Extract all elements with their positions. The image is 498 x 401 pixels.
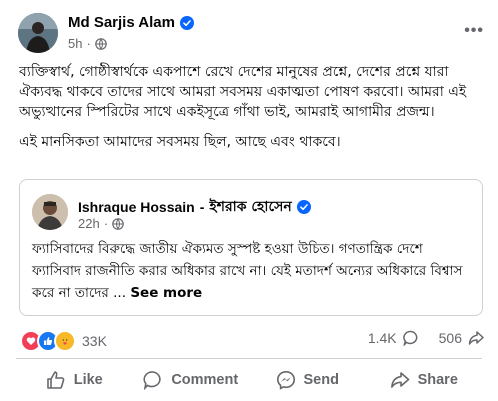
- shared-post-meta: 22h ·: [78, 216, 124, 231]
- post-meta: 5h ·: [68, 36, 107, 51]
- shared-post-card[interactable]: Ishraque Hossain - ইশরাক হোসেন 22h · ফ্য…: [19, 179, 483, 316]
- post-time[interactable]: 5h: [68, 36, 82, 51]
- more-options-icon[interactable]: •••: [464, 22, 484, 40]
- post-actions: Like Comment Send Share: [16, 362, 482, 398]
- care-icon: [54, 330, 76, 352]
- author-avatar[interactable]: [18, 13, 58, 53]
- verified-badge-icon: [296, 200, 311, 214]
- engagement-stats: 1.4K 506: [368, 330, 484, 346]
- action-divider: [16, 358, 482, 359]
- comment-bubble-icon: [402, 330, 418, 346]
- post-paragraph-2: এই মানসিকতা আমাদের সবসময় ছিল, আছে এবং থ…: [19, 134, 341, 150]
- shares-count[interactable]: 506: [439, 330, 484, 346]
- shared-author-avatar[interactable]: [32, 194, 68, 230]
- share-arrow-icon: [468, 331, 484, 345]
- author-name[interactable]: Md Sarjis Alam: [68, 14, 194, 31]
- like-button[interactable]: Like: [16, 362, 133, 398]
- share-button[interactable]: Share: [366, 362, 483, 398]
- comments-count[interactable]: 1.4K: [368, 330, 419, 346]
- shared-post-text: ফ্যাসিবাদের বিরুদ্ধে জাতীয় ঐক্যমত সুস্প…: [32, 241, 463, 301]
- facebook-post: Md Sarjis Alam 5h · ••• ব্যক্তিস্বার্থ, …: [0, 0, 498, 401]
- verified-badge-icon: [179, 15, 194, 30]
- messenger-icon: [276, 370, 295, 390]
- reaction-count[interactable]: 33K: [82, 333, 107, 349]
- post-paragraph-1: ব্যক্তিস্বার্থ, গোষ্ঠীস্বার্থকে একপাশে র…: [19, 64, 467, 120]
- comment-icon: [143, 371, 161, 390]
- reactions-summary[interactable]: 33K: [20, 330, 107, 352]
- share-icon: [390, 372, 409, 388]
- see-more-link[interactable]: See more: [130, 285, 202, 301]
- public-globe-icon: [95, 37, 107, 50]
- shared-post-time[interactable]: 22h: [78, 216, 100, 231]
- send-button[interactable]: Send: [249, 362, 366, 398]
- comment-button[interactable]: Comment: [133, 362, 250, 398]
- thumbs-up-icon: [46, 371, 65, 389]
- post-body: ব্যক্তিস্বার্থ, গোষ্ঠীস্বার্থকে একপাশে র…: [19, 62, 484, 162]
- public-globe-icon: [112, 217, 124, 230]
